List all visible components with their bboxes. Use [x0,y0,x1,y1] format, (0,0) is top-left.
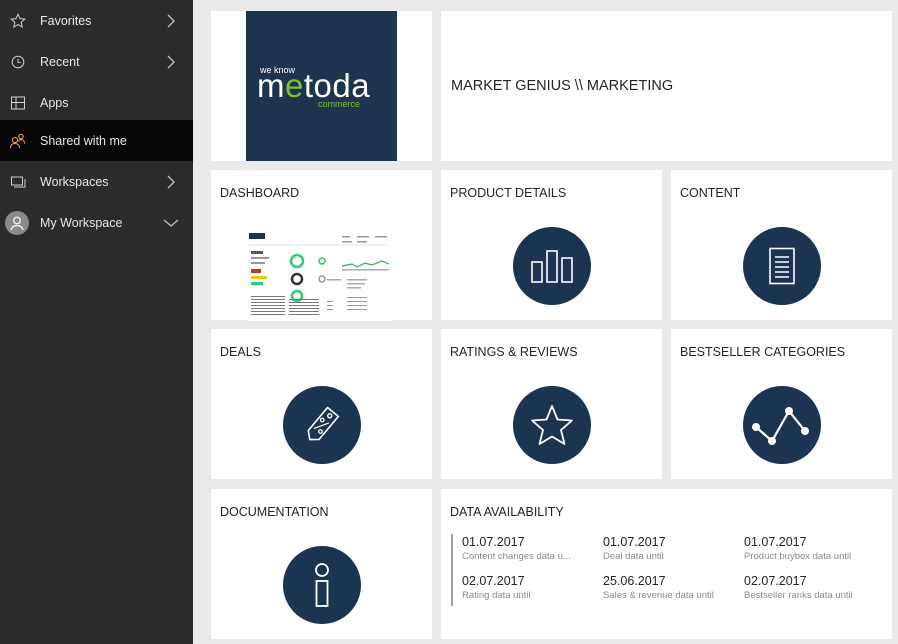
bar-chart-icon [513,227,591,305]
sidebar-item-label: Recent [40,54,80,69]
chevron-down-icon[interactable] [162,214,180,232]
logo-subtitle: commerce [318,99,361,109]
tile-product-details[interactable]: PRODUCT DETAILS [441,170,662,320]
workspaces-icon [9,173,27,191]
data-availability-item: 02.07.2017 Bestseller ranks data until [744,574,853,601]
sidebar-item-label: Shared with me [40,133,127,148]
star-icon [513,386,591,464]
tile-title: CONTENT [680,186,741,200]
sidebar-item-label: Workspaces [40,174,109,189]
dashboard-thumbnail [247,221,392,321]
sidebar-item-recent[interactable]: Recent [0,41,193,82]
price-tag-icon [283,386,361,464]
tile-deals[interactable]: DEALS [211,329,432,479]
page-title: MARKET GENIUS \\ MARKETING [451,78,674,94]
user-avatar-icon [5,210,29,235]
tile-ratings-reviews[interactable]: RATINGS & REVIEWS [441,329,662,479]
tile-title: DOCUMENTATION [220,505,329,519]
chevron-right-icon[interactable] [162,53,180,71]
tile-title: DASHBOARD [220,186,300,200]
sidebar-item-workspaces[interactable]: Workspaces [0,161,193,202]
sidebar: Favorites Recent Apps Shared with me Wor… [0,0,193,644]
line-chart-icon [743,386,821,464]
tile-title: DEALS [220,345,261,359]
chevron-right-icon[interactable] [162,173,180,191]
apps-icon [9,94,27,112]
sidebar-item-shared-with-me[interactable]: Shared with me [0,120,193,161]
metoda-logo: we know metoda commerce [246,11,397,161]
tile-dashboard[interactable]: DASHBOARD [211,170,432,321]
tile-bestseller-categories[interactable]: BESTSELLER CATEGORIES [671,329,892,479]
tile-title: PRODUCT DETAILS [450,186,567,200]
logo-tile[interactable]: we know metoda commerce [211,11,432,161]
clock-icon [9,53,27,71]
tile-title: BESTSELLER CATEGORIES [680,345,846,359]
data-availability-item: 01.07.2017 Deal data until [603,535,666,562]
data-availability-item: 25.06.2017 Sales & revenue data until [603,574,714,601]
chevron-right-icon[interactable] [162,12,180,30]
tile-content[interactable]: CONTENT [671,170,892,320]
sidebar-item-my-workspace[interactable]: My Workspace [0,202,193,243]
tile-documentation[interactable]: DOCUMENTATION [211,489,432,639]
tile-title: DATA AVAILABILITY [450,505,564,519]
tile-title: RATINGS & REVIEWS [450,345,578,359]
sidebar-item-label: Favorites [40,13,92,28]
divider [451,534,453,606]
data-availability-item: 01.07.2017 Product buybox data until [744,535,852,562]
document-icon [743,227,821,305]
sidebar-item-label: My Workspace [40,215,123,230]
data-availability-item: 02.07.2017 Rating data until [462,574,531,601]
header-tile[interactable]: MARKET GENIUS \\ MARKETING [441,11,892,161]
sidebar-item-favorites[interactable]: Favorites [0,0,193,41]
shared-users-icon [9,132,27,150]
star-icon [9,12,27,30]
tile-data-availability[interactable]: DATA AVAILABILITY 01.07.2017 Content cha… [441,489,892,639]
data-availability-item: 01.07.2017 Content changes data u... [462,535,571,562]
info-icon [283,546,361,624]
sidebar-item-label: Apps [40,95,69,110]
sidebar-item-apps[interactable]: Apps [0,82,193,123]
